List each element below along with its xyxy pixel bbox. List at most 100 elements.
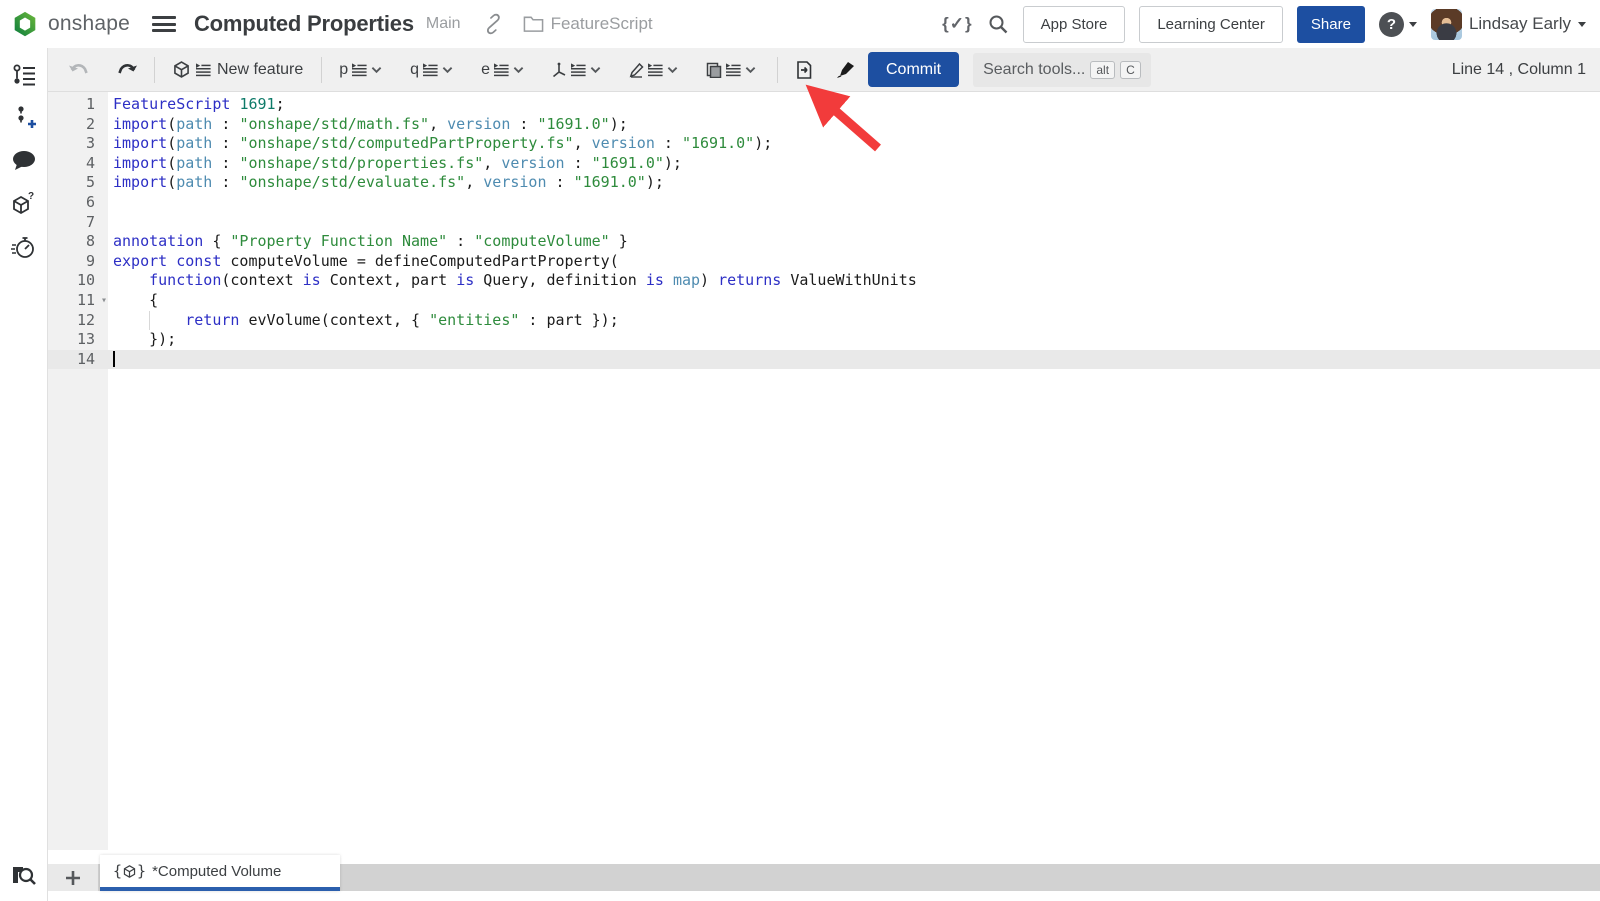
toolbar-dropdown-document[interactable] bbox=[699, 57, 763, 83]
axes-icon bbox=[552, 62, 567, 78]
versions-add-icon bbox=[12, 105, 36, 131]
sidebar-item-comments[interactable] bbox=[0, 139, 48, 182]
svg-text:?: ? bbox=[28, 191, 34, 202]
code-line-4[interactable]: 4import(path : "onshape/std/properties.f… bbox=[48, 154, 1600, 174]
code-line-9[interactable]: 9export const computeVolume = defineComp… bbox=[48, 252, 1600, 272]
user-menu[interactable]: Lindsay Early bbox=[1431, 9, 1586, 40]
user-avatar bbox=[1431, 9, 1462, 40]
app-store-button[interactable]: App Store bbox=[1023, 6, 1126, 43]
folder-name: FeatureScript bbox=[551, 14, 653, 34]
code-text[interactable]: FeatureScript 1691; bbox=[108, 95, 1600, 115]
code-line-1[interactable]: 1FeatureScript 1691; bbox=[48, 95, 1600, 115]
undo-button[interactable] bbox=[62, 57, 96, 83]
line-number: 3 bbox=[48, 134, 108, 154]
code-text[interactable] bbox=[108, 213, 1600, 233]
cube-question-icon: ? bbox=[11, 191, 37, 217]
code-text[interactable]: export const computeVolume = defineCompu… bbox=[108, 252, 1600, 272]
toolbar-dropdown-q[interactable]: q bbox=[403, 56, 460, 84]
fold-marker-icon[interactable]: ▾ bbox=[101, 291, 107, 311]
code-text[interactable]: function(context is Context, part is Que… bbox=[108, 271, 1600, 291]
toolbar-dropdown-annotate[interactable] bbox=[622, 57, 685, 83]
chevron-down-icon bbox=[513, 66, 524, 74]
code-text[interactable]: }); bbox=[108, 330, 1600, 350]
line-number: 1 bbox=[48, 95, 108, 115]
folder-breadcrumb[interactable]: FeatureScript bbox=[523, 14, 653, 34]
sidebar-item-part-help[interactable]: ? bbox=[0, 182, 48, 225]
text-cursor bbox=[113, 351, 115, 367]
redo-icon bbox=[116, 61, 138, 79]
toolbar-dropdown-e[interactable]: e bbox=[474, 56, 531, 84]
toolbar-dropdown-p[interactable]: p bbox=[332, 56, 389, 84]
list-icon bbox=[726, 63, 741, 77]
sidebar-item-performance[interactable] bbox=[0, 225, 48, 268]
code-text[interactable] bbox=[108, 193, 1600, 213]
code-line-12[interactable]: 12 return evVolume(context, { "entities"… bbox=[48, 311, 1600, 331]
redo-button[interactable] bbox=[110, 57, 144, 83]
pencil-icon bbox=[629, 62, 644, 78]
code-text[interactable]: import(path : "onshape/std/properties.fs… bbox=[108, 154, 1600, 174]
commit-button[interactable]: Commit bbox=[868, 52, 959, 87]
code-line-10[interactable]: 10 function(context is Context, part is … bbox=[48, 271, 1600, 291]
kbd-alt: alt bbox=[1090, 61, 1115, 79]
code-text[interactable]: annotation { "Property Function Name" : … bbox=[108, 232, 1600, 252]
code-line-11[interactable]: 11▾ { bbox=[48, 291, 1600, 311]
code-line-14[interactable]: 14 bbox=[48, 350, 1600, 370]
list-icon bbox=[648, 63, 663, 77]
code-line-3[interactable]: 3import(path : "onshape/std/computedPart… bbox=[48, 134, 1600, 154]
document-title[interactable]: Computed Properties bbox=[194, 11, 414, 37]
tab-computed-volume[interactable]: {} *Computed Volume bbox=[100, 855, 340, 891]
code-text[interactable] bbox=[108, 350, 1600, 370]
kbd-c: C bbox=[1120, 61, 1141, 79]
featurescript-tab-icon: {} bbox=[113, 862, 146, 880]
undo-icon bbox=[68, 61, 90, 79]
new-feature-button[interactable]: New feature bbox=[165, 57, 311, 83]
folder-icon bbox=[523, 15, 544, 33]
list-icon bbox=[494, 63, 509, 77]
paste-code-button[interactable] bbox=[788, 56, 820, 84]
line-number: 4 bbox=[48, 154, 108, 174]
help-menu[interactable]: ? bbox=[1379, 12, 1417, 37]
code-line-7[interactable]: 7 bbox=[48, 213, 1600, 233]
tab-search-icon bbox=[11, 863, 37, 887]
search-icon[interactable] bbox=[987, 13, 1009, 35]
code-line-6[interactable]: 6 bbox=[48, 193, 1600, 213]
plus-icon bbox=[65, 870, 81, 886]
sidebar-item-outline[interactable] bbox=[0, 53, 48, 96]
app-header: onshape Computed Properties Main Feature… bbox=[0, 0, 1600, 48]
code-lines: 1FeatureScript 1691;2import(path : "onsh… bbox=[48, 92, 1600, 369]
code-text[interactable]: import(path : "onshape/std/evaluate.fs",… bbox=[108, 173, 1600, 193]
format-code-button[interactable] bbox=[828, 56, 864, 84]
list-icon bbox=[571, 63, 586, 77]
onshape-logo-icon[interactable] bbox=[10, 9, 40, 39]
code-line-5[interactable]: 5import(path : "onshape/std/evaluate.fs"… bbox=[48, 173, 1600, 193]
code-line-13[interactable]: 13 }); bbox=[48, 330, 1600, 350]
search-tools-placeholder: Search tools... bbox=[983, 61, 1085, 79]
sidebar-item-versions[interactable] bbox=[0, 96, 48, 139]
new-tab-button[interactable] bbox=[48, 864, 98, 891]
code-text[interactable]: import(path : "onshape/std/math.fs", ver… bbox=[108, 115, 1600, 135]
line-number: 14 bbox=[48, 350, 108, 370]
code-line-8[interactable]: 8annotation { "Property Function Name" :… bbox=[48, 232, 1600, 252]
editor-toolbar: New feature p q e bbox=[48, 48, 1600, 92]
line-number: 6 bbox=[48, 193, 108, 213]
line-number: 10 bbox=[48, 271, 108, 291]
code-text[interactable]: return evVolume(context, { "entities" : … bbox=[108, 311, 1600, 331]
learning-center-button[interactable]: Learning Center bbox=[1139, 6, 1283, 43]
share-button[interactable]: Share bbox=[1297, 6, 1365, 43]
onshape-wordmark[interactable]: onshape bbox=[48, 12, 130, 36]
main-menu-icon[interactable] bbox=[152, 13, 176, 36]
tab-search-button[interactable] bbox=[0, 863, 48, 887]
workspace-name[interactable]: Main bbox=[426, 15, 461, 33]
brush-icon bbox=[834, 60, 858, 80]
featurescript-check-icon[interactable]: {✓} bbox=[942, 14, 972, 34]
line-number: 12 bbox=[48, 311, 108, 331]
code-line-2[interactable]: 2import(path : "onshape/std/math.fs", ve… bbox=[48, 115, 1600, 135]
cube-icon bbox=[173, 61, 190, 78]
code-text[interactable]: import(path : "onshape/std/computedPartP… bbox=[108, 134, 1600, 154]
toolbar-dropdown-sketch[interactable] bbox=[545, 57, 608, 83]
search-tools-input[interactable]: Search tools... alt C bbox=[973, 53, 1151, 87]
code-editor[interactable]: 1FeatureScript 1691;2import(path : "onsh… bbox=[48, 92, 1600, 850]
chevron-down-icon bbox=[442, 66, 453, 74]
link-icon[interactable] bbox=[483, 13, 505, 35]
code-text[interactable]: { bbox=[108, 291, 1600, 311]
